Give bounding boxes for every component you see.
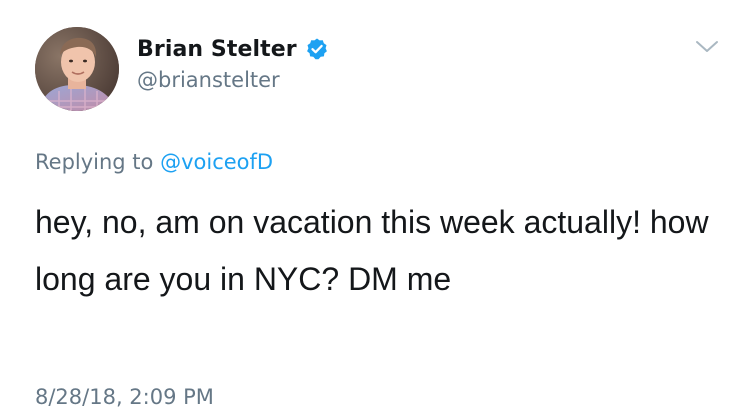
verified-badge-icon: [305, 37, 329, 61]
author-name-row: Brian Stelter: [137, 34, 329, 64]
avatar-image: [35, 27, 119, 111]
tweet-card: Brian Stelter @brianstelter Replying to …: [0, 0, 750, 419]
avatar[interactable]: [35, 27, 119, 111]
author-display-name[interactable]: Brian Stelter: [137, 37, 297, 62]
replying-to-line: Replying to @voiceofD: [35, 150, 273, 174]
reply-mention-link[interactable]: @voiceofD: [160, 150, 273, 174]
author-handle[interactable]: @brianstelter: [137, 68, 280, 92]
replying-to-label: Replying to: [35, 150, 161, 174]
tweet-timestamp[interactable]: 8/28/18, 2:09 PM: [35, 385, 214, 409]
chevron-down-icon[interactable]: [694, 38, 720, 56]
tweet-text: hey, no, am on vacation this week actual…: [35, 204, 709, 297]
